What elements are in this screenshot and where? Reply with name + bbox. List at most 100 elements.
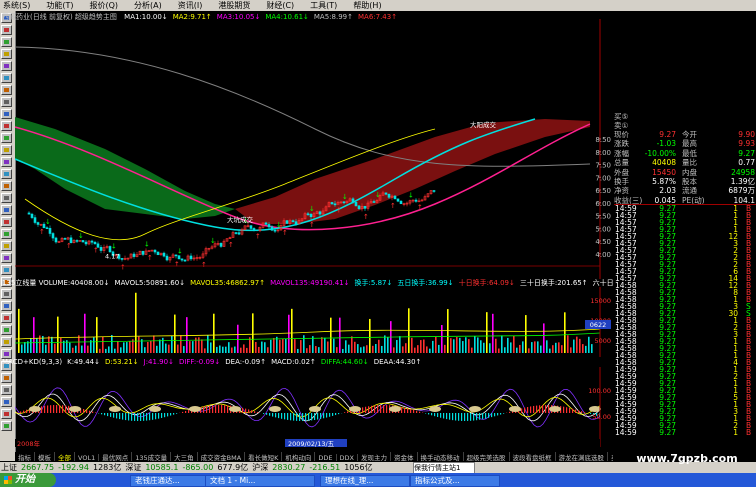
sell-arrow-icon: ↓	[342, 193, 348, 201]
toolbar-button-17[interactable]	[1, 217, 12, 227]
toolbar-button-19[interactable]	[1, 241, 12, 251]
toolbar-button-15[interactable]	[1, 193, 12, 203]
menu-item-6[interactable]: 财经(C)	[260, 0, 304, 11]
toolbar-button-8[interactable]	[1, 109, 12, 119]
macd-bar	[284, 413, 286, 420]
task-button[interactable]: 文档 1 - Mi...	[205, 475, 315, 487]
macd-chart[interactable]: 100.00 50.00 2008年 2009/02/13/五	[15, 367, 613, 447]
toolbar-button-23[interactable]	[1, 289, 12, 299]
indicator-tab[interactable]: 波段看盘纸框	[510, 452, 556, 461]
volume-bar	[87, 345, 89, 353]
macd-bar	[218, 405, 220, 413]
toolbar-button-32[interactable]	[1, 397, 12, 407]
indicator-tab[interactable]: 135成交量	[132, 452, 172, 461]
price-chart[interactable]: 8.50 8.00 7.50 7.00 6.50 6.00 5.50 5.00 4.50 4.00…	[15, 19, 613, 279]
toolbar-button-3[interactable]	[1, 49, 12, 59]
menu-item-5[interactable]: 港股期货	[212, 0, 260, 11]
macd-bar	[248, 409, 250, 413]
toolbar-button-34[interactable]	[1, 421, 12, 431]
menu-item-2[interactable]: 报价(Q)	[83, 0, 128, 11]
menu-item-3[interactable]: 分析(A)	[128, 0, 172, 11]
indicator-tab[interactable]: VOL1	[75, 454, 100, 461]
menu-item-7[interactable]: 工具(T)	[304, 0, 347, 11]
toolbar-button-24[interactable]	[1, 301, 12, 311]
indicator-tab[interactable]: 全部	[55, 452, 75, 461]
tool-icon	[4, 340, 9, 344]
quote-value: 2.03	[659, 186, 676, 196]
task-button[interactable]: 指标公式及...	[410, 475, 500, 487]
quote-label: 流通	[682, 186, 697, 196]
volume-bar	[405, 343, 407, 353]
toolbar-button-2[interactable]	[1, 37, 12, 47]
start-button[interactable]: 开始	[0, 473, 56, 487]
indicator-tab[interactable]: 成交资金BMA	[198, 452, 246, 461]
toolbar-button-18[interactable]	[1, 229, 12, 239]
volume-bar	[477, 337, 479, 353]
toolbar-button-25[interactable]	[1, 313, 12, 323]
toolbar-button-16[interactable]	[1, 205, 12, 215]
toolbar-button-31[interactable]	[1, 385, 12, 395]
macd-bar	[536, 405, 538, 413]
toolbar-button-13[interactable]	[1, 169, 12, 179]
macd-bar	[50, 405, 52, 413]
toolbar-button-12[interactable]	[1, 157, 12, 167]
start-label: 开始	[15, 474, 35, 485]
indicator-tab[interactable]: 大三角	[171, 452, 198, 461]
toolbar-button-9[interactable]	[1, 121, 12, 131]
toolbar-button-7[interactable]	[1, 97, 12, 107]
indicator-tab[interactable]: 机构动向	[282, 452, 316, 461]
indicator-tab[interactable]: 看长做短K	[245, 452, 283, 461]
volume-bar	[192, 341, 194, 353]
indicator-tab[interactable]: 发现主力	[358, 452, 392, 461]
toolbar-button-14[interactable]	[1, 181, 12, 191]
indicator-tab[interactable]: 最优网点	[99, 452, 133, 461]
toolbar-button-11[interactable]	[1, 145, 12, 155]
toolbar-button-20[interactable]	[1, 253, 12, 263]
volume-bar	[339, 317, 341, 353]
annotation-label-1: 大阳成交	[470, 120, 497, 129]
candle-body	[177, 255, 181, 260]
macd-bar	[125, 413, 127, 421]
macd-blob	[469, 406, 481, 412]
indicator-tab[interactable]: 买卖趋势选股	[608, 452, 613, 461]
indicator-tab[interactable]: 指标	[15, 452, 35, 461]
toolbar-button-21[interactable]	[1, 265, 12, 275]
toolbar-button-33[interactable]	[1, 409, 12, 419]
candle-body	[393, 195, 397, 200]
macd-blob	[189, 406, 201, 412]
volume-chart[interactable]: 150001000050000622	[15, 287, 613, 357]
indicator-tab[interactable]: DDE	[315, 454, 337, 461]
candle-body	[69, 237, 73, 244]
indicator-tab[interactable]: 模板	[35, 452, 55, 461]
toolbar-button-5[interactable]	[1, 73, 12, 83]
candle-body	[414, 199, 418, 202]
tool-icon	[4, 196, 9, 200]
toolbar-button-4[interactable]	[1, 61, 12, 71]
candle-body	[354, 202, 358, 207]
indicator-tab[interactable]: 资金体	[391, 452, 418, 461]
macd-bar	[170, 413, 172, 416]
volume-bar	[354, 341, 356, 353]
indicator-tab[interactable]: 换手动态移动	[418, 452, 464, 461]
indicator-tab[interactable]: DDX	[337, 454, 359, 461]
task-button[interactable]: 理想在线_理...	[320, 475, 410, 487]
volume-bar	[222, 346, 224, 353]
toolbar-button-1[interactable]	[1, 25, 12, 35]
toolbar-button-27[interactable]	[1, 337, 12, 347]
chart-area[interactable]: 西藏药业(日线 前复权) 超级趋势主图 MA1:10.00↓ MA2:9.71↑ M…	[2, 11, 628, 447]
macd-bar	[332, 413, 334, 416]
toolbar-button-26[interactable]	[1, 325, 12, 335]
toolbar-button-30[interactable]	[1, 373, 12, 383]
indicator-tab[interactable]: 游龙在渊底选股	[556, 452, 609, 461]
toolbar-button-10[interactable]	[1, 133, 12, 143]
buy-arrow-icon: ↑	[390, 202, 396, 210]
menu-item-8[interactable]: 帮助(H)	[347, 0, 391, 11]
price-tick-label: 6.00	[595, 200, 611, 208]
toolbar-button-6[interactable]	[1, 85, 12, 95]
menu-item-0[interactable]: 系统(S)	[0, 0, 40, 11]
menu-item-1[interactable]: 功能(T)	[40, 0, 83, 11]
quote-label: 涨跌	[614, 139, 629, 149]
indicator-tab[interactable]: 超级完美选股	[464, 452, 510, 461]
menu-item-4[interactable]: 资讯(I)	[172, 0, 213, 11]
macd-bar	[491, 413, 493, 418]
